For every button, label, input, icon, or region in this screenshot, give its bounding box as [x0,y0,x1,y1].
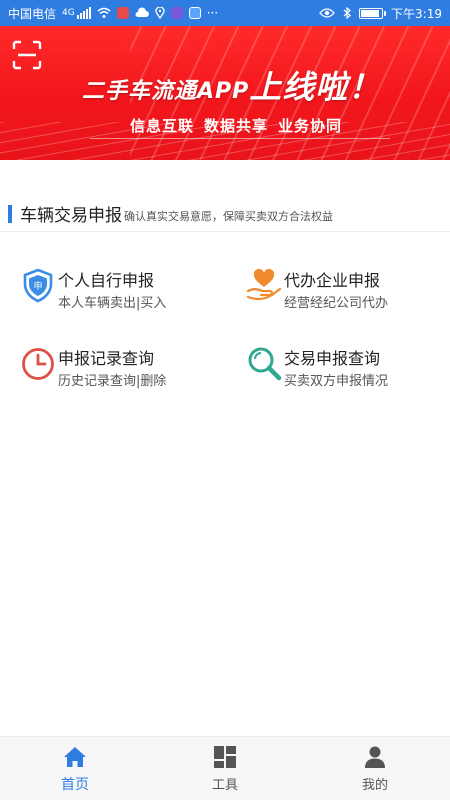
tab-mine[interactable]: 我的 [300,737,450,800]
eye-icon [319,8,335,18]
scan-button[interactable] [12,40,42,70]
bluetooth-icon [343,7,351,19]
battery-icon [359,7,387,19]
section-accent-bar [8,204,12,223]
banner-underline [90,138,390,139]
section-title: 车辆交易申报 [20,206,122,226]
signal-icon [76,7,91,19]
section-subtitle: 确认真实交易意愿，保障买卖双方合法权益 [124,209,333,223]
menu-item-desc: 本人车辆卖出|买入 [58,296,167,311]
network-label: 4G [62,8,75,18]
person-icon [365,746,385,768]
section-header: 车辆交易申报 确认真实交易意愿，保障买卖双方合法权益 [0,196,450,232]
tab-label: 首页 [61,776,89,793]
shield-badge-icon: 申 [23,268,53,303]
menu-item-desc: 历史记录查询|删除 [58,374,167,389]
app-screen: 中国电信 4G ··· 下午3:19 二手车流通APP上线啦！ 信息互联 数据共… [0,0,450,800]
notification-app-icon [188,7,201,19]
notification-app-icon [170,7,183,19]
tab-home[interactable]: 首页 [0,737,150,800]
banner-slogan-item: 信息互联 [130,117,195,135]
notification-app-icon [116,7,129,19]
heart-hand-icon [246,268,282,301]
scan-icon [12,40,42,70]
status-right: 下午3:19 [319,5,442,22]
battery-level-fill [361,9,380,17]
menu-item-title: 申报记录查询 [58,349,155,368]
menu-item-title: 交易申报查询 [284,349,381,368]
clock-time: 下午3:19 [391,6,442,21]
promo-banner[interactable]: 二手车流通APP上线啦！ 信息互联 数据共享 业务协同 [0,26,450,160]
menu-agency-declaration[interactable]: 代办企业申报 经营经纪公司代办 [246,265,446,315]
menu-transaction-query[interactable]: 交易申报查询 买卖双方申报情况 [246,343,446,393]
banner-title-suffix: 上线啦！ [249,68,382,106]
grid-icon [214,746,236,768]
tab-label: 工具 [211,778,238,793]
tab-tools[interactable]: 工具 [150,737,300,800]
banner-slogan-item: 数据共享 [204,117,269,135]
menu-item-desc: 买卖双方申报情况 [284,374,389,389]
banner-slogan-item: 业务协同 [278,117,343,135]
home-icon [64,746,86,767]
more-notifications-label: ··· [206,6,219,20]
banner-slogan: 信息互联 数据共享 业务协同 [130,115,352,136]
status-bar: 中国电信 4G ··· 下午3:19 [0,0,450,26]
menu-item-title: 个人自行申报 [58,271,155,290]
menu-personal-declaration[interactable]: 申 个人自行申报 本人车辆卖出|买入 [20,265,220,315]
menu-item-title: 代办企业申报 [284,271,381,290]
menu-record-query[interactable]: 申报记录查询 历史记录查询|删除 [20,343,220,393]
clock-icon [22,348,54,380]
bottom-tab-bar: 首页 工具 我的 [0,736,450,800]
svg-text:申: 申 [33,280,42,292]
cloud-icon [135,7,149,17]
magnifier-icon [248,347,282,381]
status-left: 中国电信 4G ··· [8,5,218,22]
location-icon [155,7,165,19]
wifi-icon [97,7,111,18]
carrier-label: 中国电信 [8,6,57,21]
tab-label: 我的 [361,778,388,793]
banner-title: 二手车流通APP上线啦！ [82,62,381,108]
menu-item-desc: 经营经纪公司代办 [284,296,389,311]
banner-title-prefix: 二手车流通APP [82,79,250,104]
